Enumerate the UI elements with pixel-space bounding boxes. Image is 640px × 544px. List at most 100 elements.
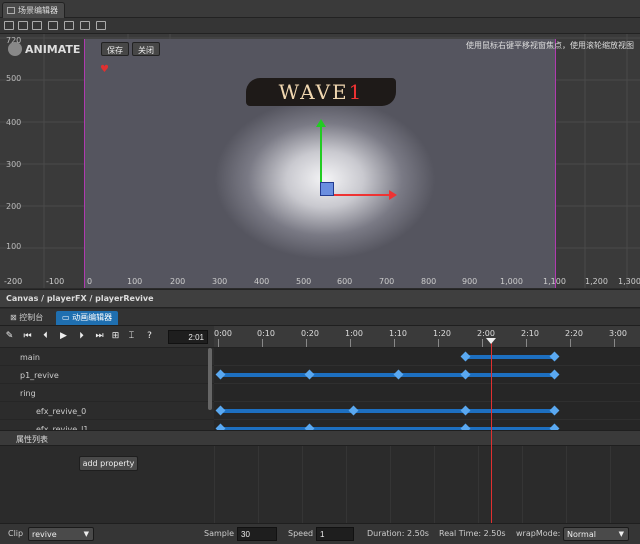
add-keyframe-icon[interactable]: ⊞ <box>110 331 121 342</box>
keyframe[interactable] <box>549 369 560 380</box>
track-scrollbar[interactable] <box>208 348 212 410</box>
keyframe[interactable] <box>348 405 359 416</box>
close-button[interactable]: 关闭 <box>132 42 160 56</box>
timeline-gridline <box>522 446 523 523</box>
ruler-x-label: 100 <box>127 277 143 286</box>
gizmo-x-axis-handle[interactable] <box>327 190 397 200</box>
time-tick <box>306 339 307 347</box>
previous-frame-icon[interactable]: ⏴ <box>40 331 51 342</box>
ruler-y-label: 200 <box>6 202 22 211</box>
animation-editor-icon: ▭ <box>62 313 73 322</box>
track-row-efx-revive-l1[interactable] <box>214 420 640 430</box>
save-button[interactable]: 保存 <box>101 42 129 56</box>
scene-viewport[interactable]: 720 500 400 300 200 100 -200 -100 0 100 … <box>0 34 640 288</box>
timeline-gridline <box>302 446 303 523</box>
time-ruler[interactable]: 0:00 0:10 0:20 1:00 1:10 1:20 2:00 2:10 … <box>214 326 640 348</box>
rect-tool-icon[interactable] <box>48 21 58 30</box>
time-tick-label: 3:00 <box>609 329 627 338</box>
ruler-y-label: 400 <box>6 118 22 127</box>
timeline-gridline <box>434 446 435 523</box>
tab-scene-editor[interactable]: 场景编辑器 <box>2 2 65 18</box>
keyframe[interactable] <box>393 369 404 380</box>
scene-tab-bar: 场景编辑器 <box>0 0 640 18</box>
speed-input[interactable] <box>316 527 354 541</box>
sample-label: Sample <box>204 529 234 538</box>
time-tick-label: 0:10 <box>257 329 275 338</box>
timeline-tracks[interactable] <box>214 348 640 430</box>
ruler-x-label: 1,000 <box>500 277 523 286</box>
duration-text: Duration: 2.50s <box>367 529 429 538</box>
ruler-x-label: 1,200 <box>585 277 608 286</box>
add-property-button[interactable]: add property <box>79 456 138 471</box>
clip-select-value: revive <box>32 530 57 539</box>
chevron-down-icon: ▼ <box>618 530 624 538</box>
keyframe[interactable] <box>460 351 471 362</box>
tab-animation-editor[interactable]: ▭ 动画编辑器 <box>56 311 119 325</box>
anchor-tool-icon[interactable] <box>64 21 74 30</box>
scene-editor-icon <box>7 7 15 14</box>
time-tick-label: 0:00 <box>214 329 232 338</box>
keyframe[interactable] <box>549 405 560 416</box>
track-row-efx-revive-0[interactable] <box>214 402 640 420</box>
track-name-ring[interactable]: ring <box>0 384 214 402</box>
wave-banner[interactable]: WAVE1 <box>246 78 396 106</box>
track-name-efx-revive-l1[interactable]: efx_revive_l1 <box>0 420 214 430</box>
gizmo-mode-icon[interactable] <box>80 21 90 30</box>
track-name-p1-revive[interactable]: p1_revive <box>0 366 214 384</box>
add-event-icon[interactable]: ⌶ <box>126 331 137 342</box>
track-row-ring[interactable] <box>214 384 640 402</box>
current-time-field[interactable] <box>168 330 208 344</box>
help-icon[interactable]: ? <box>144 331 155 342</box>
sample-input[interactable] <box>237 527 277 541</box>
timeline-gridline <box>478 446 479 523</box>
wrap-mode-select-value: Normal <box>567 530 596 539</box>
time-tick-label: 1:00 <box>345 329 363 338</box>
time-tick-label: 2:20 <box>565 329 583 338</box>
next-frame-icon[interactable]: ⏵ <box>76 331 87 342</box>
playhead-handle[interactable] <box>486 338 496 344</box>
time-tick <box>482 339 483 347</box>
chevron-down-icon: ▼ <box>83 530 89 538</box>
viewport-hint: 使用鼠标右键平移视窗焦点，使用滚轮缩放视图 <box>466 41 634 50</box>
jump-to-start-icon[interactable]: ⏮ <box>22 331 33 342</box>
time-tick-label: 0:20 <box>301 329 319 338</box>
timeline-controls: ✎ ⏮ ⏴ ▶ ⏵ ⏭ ⊞ ⌶ ? <box>0 326 214 348</box>
jump-to-end-icon[interactable]: ⏭ <box>94 331 105 342</box>
ruler-y-label: 500 <box>6 74 22 83</box>
ruler-x-label: 600 <box>337 277 353 286</box>
track-row-p1-revive[interactable] <box>214 366 640 384</box>
track-name-list: main p1_revive ring efx_revive_0 efx_rev… <box>0 348 214 430</box>
clip-select[interactable]: revive ▼ <box>28 527 94 541</box>
move-tool-icon[interactable] <box>4 21 14 30</box>
keyframe[interactable] <box>304 369 315 380</box>
record-edit-icon[interactable]: ✎ <box>4 331 15 342</box>
play-icon[interactable]: ▶ <box>58 331 69 342</box>
animate-logo-text: ANIMATE <box>25 43 81 56</box>
time-tick <box>262 339 263 347</box>
time-tick <box>614 339 615 347</box>
wrap-mode-select[interactable]: Normal ▼ <box>563 527 629 541</box>
track-name-main[interactable]: main <box>0 348 214 366</box>
keyframe[interactable] <box>460 369 471 380</box>
real-time-text: Real Time: 2.50s <box>439 529 506 538</box>
track-name-efx-revive-0[interactable]: efx_revive_0 <box>0 402 214 420</box>
monitor-icon[interactable] <box>96 21 106 30</box>
keyframe[interactable] <box>549 351 560 362</box>
status-bar: Clip revive ▼ Sample Speed Duration: 2.50… <box>0 523 640 544</box>
track-row-main[interactable] <box>214 348 640 366</box>
ruler-x-label: -100 <box>46 277 65 286</box>
animate-logo: ANIMATE <box>8 42 80 56</box>
tab-console[interactable]: ⊠ 控制台 <box>4 311 49 325</box>
ruler-y-label: 300 <box>6 160 22 169</box>
panel-tabs: ⊠ 控制台 ▭ 动画编辑器 <box>0 309 640 326</box>
property-list-header: 属性列表 <box>0 430 640 446</box>
ruler-x-label: 900 <box>462 277 478 286</box>
keyframe[interactable] <box>215 405 226 416</box>
scale-tool-icon[interactable] <box>32 21 42 30</box>
gizmo-center-handle[interactable] <box>320 182 334 196</box>
rotate-tool-icon[interactable] <box>18 21 28 30</box>
keyframe[interactable] <box>215 369 226 380</box>
ruler-x-label: 700 <box>379 277 395 286</box>
keyframe[interactable] <box>460 405 471 416</box>
time-tick <box>526 339 527 347</box>
